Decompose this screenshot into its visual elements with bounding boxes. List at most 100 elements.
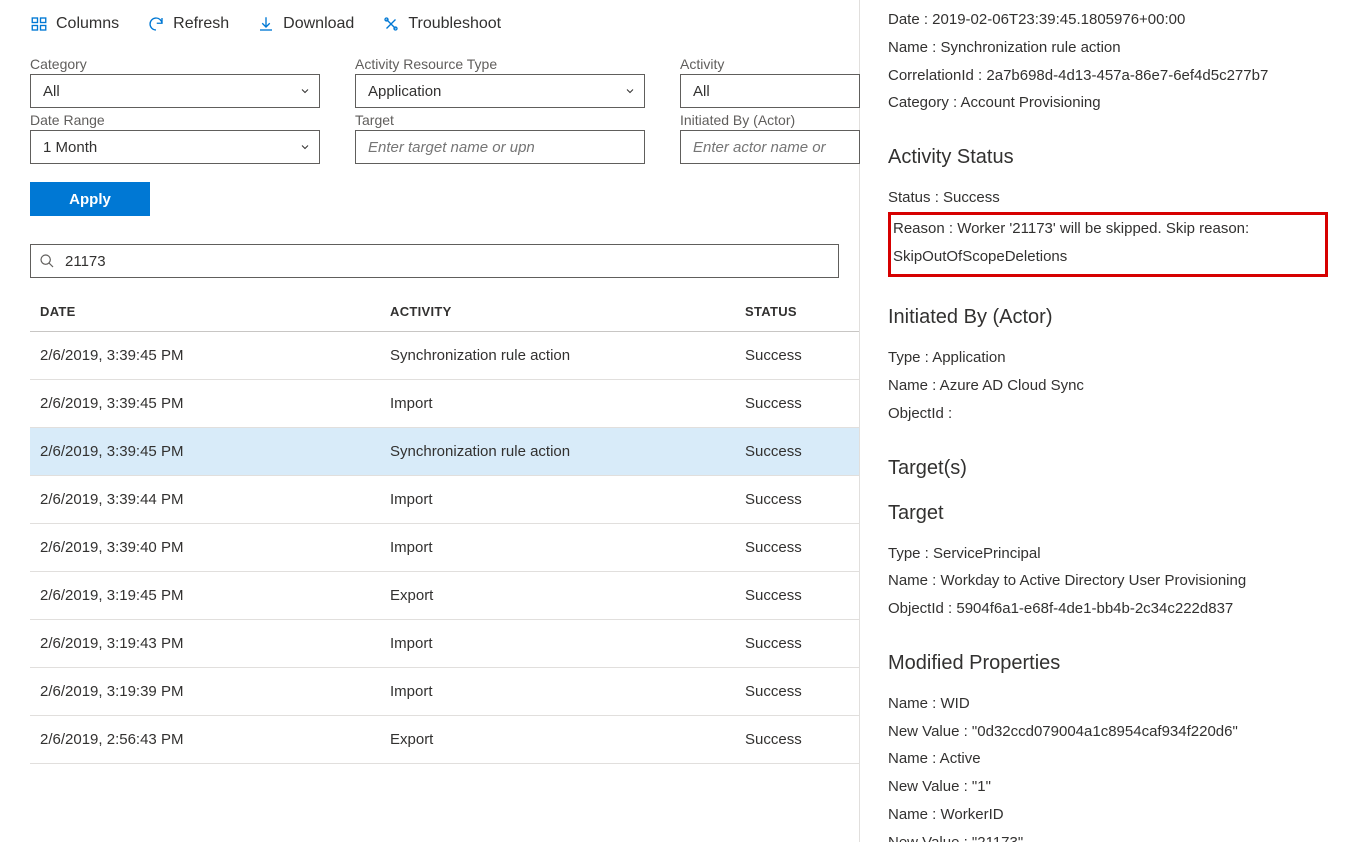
table-row[interactable]: 2/6/2019, 3:19:39 PMImportSuccess [30,668,859,716]
download-button[interactable]: Download [257,15,354,33]
cell-status: Success [735,524,859,572]
cell-date: 2/6/2019, 3:39:45 PM [30,380,380,428]
modified-property-line: Name : WorkerID [888,801,1328,829]
chevron-down-icon [299,141,311,153]
modified-property-line: Name : Active [888,745,1328,773]
activity-resource-type-label: Activity Resource Type [355,56,645,72]
target-subheading: Target [888,495,1328,532]
cell-status: Success [735,572,859,620]
cell-date: 2/6/2019, 3:39:45 PM [30,428,380,476]
cell-date: 2/6/2019, 3:39:44 PM [30,476,380,524]
troubleshoot-button[interactable]: Troubleshoot [382,15,501,33]
activity-status-heading: Activity Status [888,139,1328,176]
table-row[interactable]: 2/6/2019, 3:39:45 PMImportSuccess [30,380,859,428]
chevron-down-icon [299,85,311,97]
refresh-button[interactable]: Refresh [147,15,229,33]
table-row[interactable]: 2/6/2019, 3:39:45 PMSynchronization rule… [30,428,859,476]
category-value: All [43,83,60,100]
refresh-label: Refresh [173,15,229,33]
cell-activity: Import [380,524,735,572]
activity-select[interactable]: All [680,74,860,108]
activity-resource-type-select[interactable]: Application [355,74,645,108]
cell-activity: Import [380,620,735,668]
refresh-icon [147,15,165,33]
targets-heading: Target(s) [888,450,1328,487]
detail-header-line: Category : Account Provisioning [888,89,1328,117]
detail-header-line: Name : Synchronization rule action [888,34,1328,62]
cell-date: 2/6/2019, 3:39:45 PM [30,332,380,380]
main-panel: Columns Refresh Download Troubleshoot Ca… [0,0,860,842]
table-row[interactable]: 2/6/2019, 3:39:44 PMImportSuccess [30,476,859,524]
cell-activity: Synchronization rule action [380,332,735,380]
col-activity[interactable]: ACTIVITY [380,292,735,332]
target-line: Type : ServicePrincipal [888,540,1328,568]
table-row[interactable]: 2/6/2019, 3:19:45 PMExportSuccess [30,572,859,620]
modified-property-line: New Value : "0d32ccd079004a1c8954caf934f… [888,718,1328,746]
detail-header-line: Date : 2019-02-06T23:39:45.1805976+00:00 [888,6,1328,34]
cell-status: Success [735,716,859,764]
search-icon [39,253,55,269]
toolbar: Columns Refresh Download Troubleshoot [10,10,859,48]
initiated-by-heading: Initiated By (Actor) [888,299,1328,336]
chevron-down-icon [624,85,636,97]
date-range-label: Date Range [30,112,320,128]
cell-status: Success [735,428,859,476]
table-row[interactable]: 2/6/2019, 3:39:40 PMImportSuccess [30,524,859,572]
initiated-by-line: ObjectId : [888,400,1328,428]
search-value: 21173 [65,253,106,270]
table-row[interactable]: 2/6/2019, 2:56:43 PMExportSuccess [30,716,859,764]
cell-activity: Export [380,716,735,764]
table-row[interactable]: 2/6/2019, 3:19:43 PMImportSuccess [30,620,859,668]
modified-properties-heading: Modified Properties [888,645,1328,682]
details-panel: Date : 2019-02-06T23:39:45.1805976+00:00… [860,0,1356,842]
category-select[interactable]: All [30,74,320,108]
initiated-by-line: Type : Application [888,344,1328,372]
apply-button[interactable]: Apply [30,182,150,216]
cell-status: Success [735,380,859,428]
initiated-by-input[interactable] [680,130,860,164]
download-icon [257,15,275,33]
modified-property-line: Name : WID [888,690,1328,718]
cell-activity: Import [380,380,735,428]
target-line: ObjectId : 5904f6a1-e68f-4de1-bb4b-2c34c… [888,595,1328,623]
date-range-select[interactable]: 1 Month [30,130,320,164]
cell-date: 2/6/2019, 3:19:43 PM [30,620,380,668]
activity-value: All [693,83,710,100]
cell-date: 2/6/2019, 3:19:45 PM [30,572,380,620]
table-row[interactable]: 2/6/2019, 3:39:45 PMSynchronization rule… [30,332,859,380]
col-date[interactable]: DATE [30,292,380,332]
cell-activity: Synchronization rule action [380,428,735,476]
columns-button[interactable]: Columns [30,15,119,33]
columns-icon [30,15,48,33]
search-input[interactable]: 21173 [30,244,839,278]
cell-activity: Import [380,668,735,716]
cell-status: Success [735,620,859,668]
modified-property-line: New Value : "1" [888,773,1328,801]
category-label: Category [30,56,320,72]
modified-property-line: New Value : "21173" [888,829,1328,842]
cell-date: 2/6/2019, 3:19:39 PM [30,668,380,716]
activity-label: Activity [680,56,860,72]
cell-date: 2/6/2019, 2:56:43 PM [30,716,380,764]
troubleshoot-icon [382,15,400,33]
columns-label: Columns [56,15,119,33]
download-label: Download [283,15,354,33]
activity-status-status: Status : Success [888,184,1328,212]
filters-grid: Category All Activity Resource Type Appl… [10,48,859,164]
troubleshoot-label: Troubleshoot [408,15,501,33]
date-range-value: 1 Month [43,139,97,156]
col-status[interactable]: STATUS [735,292,859,332]
initiated-by-label: Initiated By (Actor) [680,112,860,128]
cell-activity: Export [380,572,735,620]
cell-status: Success [735,332,859,380]
target-input[interactable] [355,130,645,164]
target-label: Target [355,112,645,128]
initiated-by-line: Name : Azure AD Cloud Sync [888,372,1328,400]
activity-status-reason: Reason : Worker '21173' will be skipped.… [888,212,1328,278]
detail-header-line: CorrelationId : 2a7b698d-4d13-457a-86e7-… [888,62,1328,90]
cell-status: Success [735,476,859,524]
cell-date: 2/6/2019, 3:39:40 PM [30,524,380,572]
cell-status: Success [735,668,859,716]
cell-activity: Import [380,476,735,524]
activity-resource-type-value: Application [368,83,441,100]
